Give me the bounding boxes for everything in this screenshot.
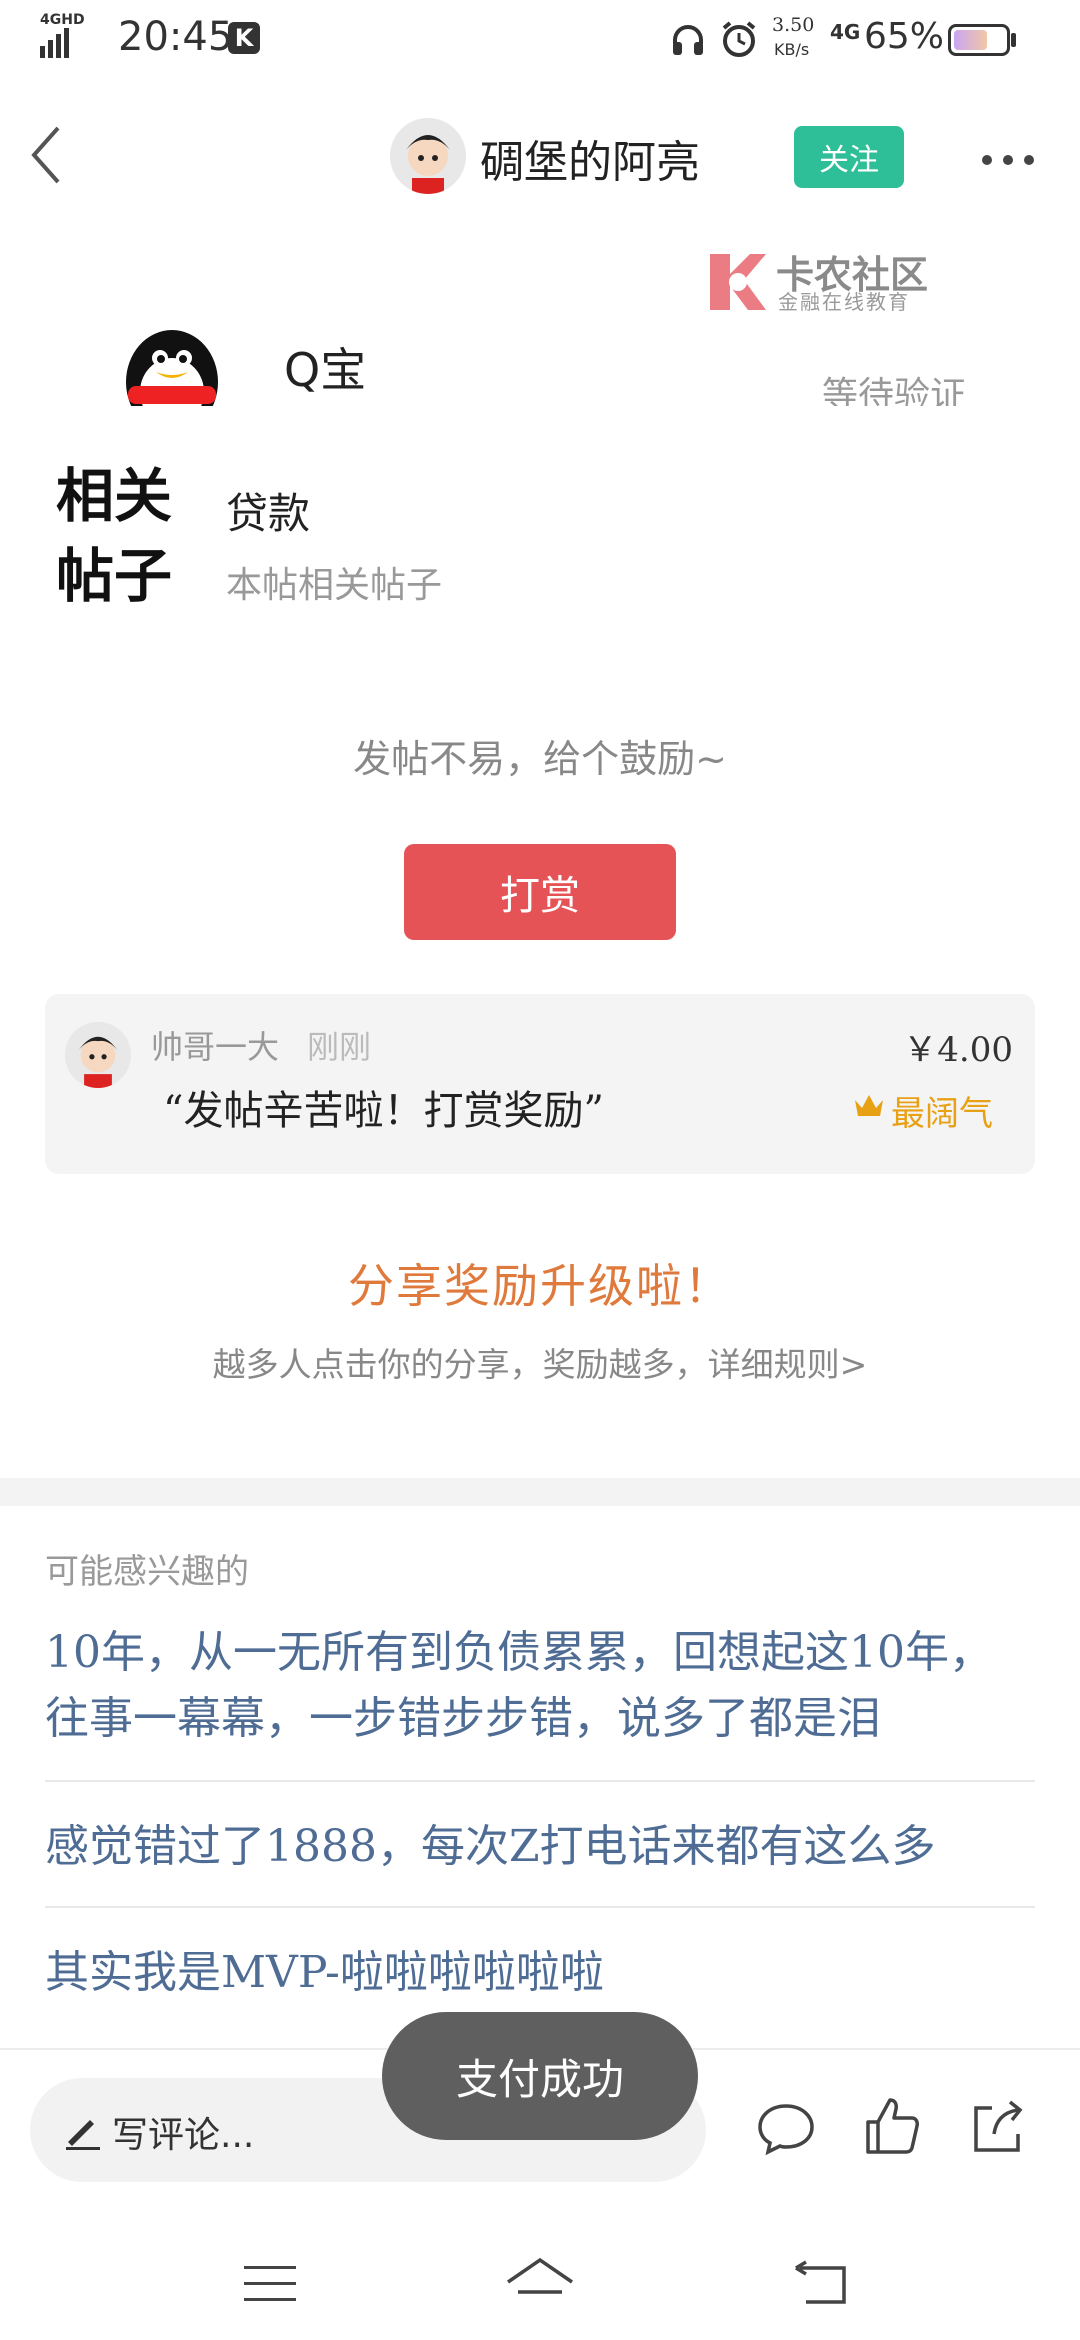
speed-unit: KB/s: [774, 40, 810, 59]
share-title: 分享奖励升级啦！: [348, 1259, 732, 1313]
related-title-line1: 相关: [56, 462, 173, 530]
author-avatar[interactable]: [390, 118, 466, 194]
list-item-line: 往事一幕幕，一步错步步错，说多了都是泪: [45, 1693, 881, 1744]
list-item-line: 感觉错过了1888，每次Z打电话来都有这么多: [45, 1821, 936, 1872]
back-icon[interactable]: [26, 120, 66, 190]
share-icon[interactable]: [966, 2096, 1028, 2158]
recommend-header: 可能感兴趣的: [45, 1552, 249, 1592]
list-item-line: 其实我是MVP-啦啦啦啦啦啦: [45, 1947, 604, 1998]
battery-percent: 65%: [864, 16, 945, 57]
like-icon[interactable]: [862, 2094, 922, 2158]
more-icon[interactable]: [980, 152, 1036, 166]
divider: [45, 1906, 1035, 1908]
follow-button[interactable]: 关注: [794, 126, 904, 188]
list-item-line: 10年，从一无所有到负债累累，回想起这10年，: [45, 1627, 993, 1678]
alarm-icon: [720, 20, 758, 62]
app-badge-icon: K: [228, 22, 260, 54]
tip-record-card: 帅哥一大 刚刚 “发帖辛苦啦！打赏奖励” ￥4.00 最阔气: [45, 994, 1035, 1174]
system-nav-bar: [0, 2200, 1080, 2340]
network2-label: 4G: [830, 20, 861, 44]
brand-sub: 金融在线教育: [778, 290, 910, 314]
kanong-logo-icon: [704, 248, 772, 316]
pencil-icon: [62, 2112, 102, 2152]
list-item[interactable]: 感觉错过了1888，每次Z打电话来都有这么多: [45, 1814, 1035, 1880]
section-divider: [0, 1478, 1080, 1506]
menu-icon[interactable]: [244, 2264, 296, 2304]
comment-placeholder: 写评论...: [112, 2115, 255, 2156]
battery-icon: [948, 24, 1010, 56]
list-item[interactable]: 10年，从一无所有到负债累累，回想起这10年， 往事一幕幕，一步错步步错，说多了…: [45, 1620, 1035, 1752]
crown-icon: [853, 1092, 885, 1120]
home-icon[interactable]: [504, 2254, 576, 2310]
qq-penguin-icon: [118, 322, 226, 406]
comment-icon[interactable]: [756, 2098, 816, 2158]
tip-time: 刚刚: [307, 1028, 372, 1066]
tip-badge: 最阔气: [891, 1094, 993, 1134]
list-item[interactable]: 其实我是MVP-啦啦啦啦啦啦: [45, 1940, 1035, 2006]
related-tag[interactable]: 贷款: [226, 480, 310, 541]
payment-success-toast: 支付成功: [382, 2012, 698, 2140]
qq-name: Q宝: [284, 343, 367, 397]
tip-message: “发帖辛苦啦！打赏奖励”: [163, 1088, 604, 1134]
speed-value: 3.50: [772, 14, 815, 36]
encourage-text: 发帖不易，给个鼓励~: [353, 737, 727, 781]
header: 碉堡的阿亮 关注: [0, 80, 1080, 230]
status-bar: 4GHD 20:45 K 3.50 KB/s 4G 65%: [0, 0, 1080, 80]
tipper-name[interactable]: 帅哥一大: [151, 1022, 279, 1068]
back-nav-icon[interactable]: [794, 2260, 850, 2306]
divider: [45, 1780, 1035, 1782]
tipper-avatar[interactable]: [65, 1022, 131, 1088]
clock: 20:45: [118, 14, 234, 60]
related-title-line2: 帖子: [56, 542, 173, 610]
verify-status: 等待验证: [822, 375, 967, 406]
post-image: Q宝 卡农社区 金融在线教育 等待验证: [0, 226, 1080, 406]
related-title: 相关 帖子: [56, 456, 172, 616]
tip-button[interactable]: 打赏: [404, 844, 676, 940]
share-rules-link[interactable]: 越多人点击你的分享，奖励越多，详细规则>: [0, 1338, 1080, 1386]
related-subtitle: 本帖相关帖子: [226, 565, 443, 606]
tip-amount: ￥4.00: [903, 1030, 1013, 1070]
network-label: 4GHD: [40, 12, 85, 28]
headphones-icon: [670, 22, 706, 62]
author-name[interactable]: 碉堡的阿亮: [480, 126, 700, 190]
